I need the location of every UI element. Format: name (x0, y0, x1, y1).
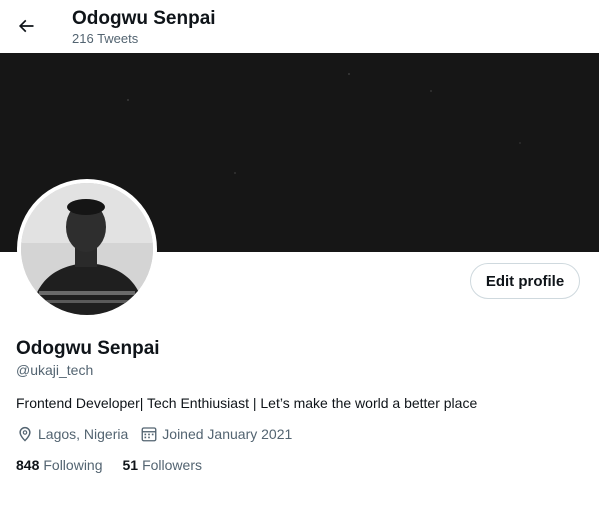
following-label: Following (43, 457, 103, 473)
calendar-icon (141, 427, 157, 442)
location-text: Lagos, Nigeria (38, 426, 129, 442)
following-link[interactable]: 848 Following (16, 457, 103, 473)
profile-handle: @ukaji_tech (16, 362, 94, 378)
edit-profile-button[interactable]: Edit profile (470, 263, 580, 299)
location-pin-icon (19, 426, 31, 442)
header-title: Odogwu Senpai (72, 8, 216, 29)
avatar-photo (21, 183, 153, 315)
follow-stats: 848 Following 51 Followers (16, 457, 222, 473)
arrow-left-icon (18, 19, 34, 33)
following-count: 848 (16, 457, 40, 473)
avatar[interactable] (17, 179, 157, 319)
profile-meta: Lagos, Nigeria Joined January 2021 (16, 425, 304, 443)
join-date-text: Joined January 2021 (162, 426, 293, 442)
join-date: Joined January 2021 (140, 425, 292, 443)
followers-label: Followers (142, 457, 202, 473)
tweet-count: 216 Tweets (72, 31, 139, 46)
profile-header: Odogwu Senpai 216 Tweets (0, 0, 599, 53)
profile-bio: Frontend Developer| Tech Enthiusiast | L… (16, 395, 478, 411)
followers-count: 51 (122, 457, 139, 473)
followers-link[interactable]: 51 Followers (123, 457, 202, 473)
back-button[interactable] (10, 10, 42, 42)
profile-name: Odogwu Senpai (16, 338, 160, 359)
location: Lagos, Nigeria (16, 425, 128, 443)
